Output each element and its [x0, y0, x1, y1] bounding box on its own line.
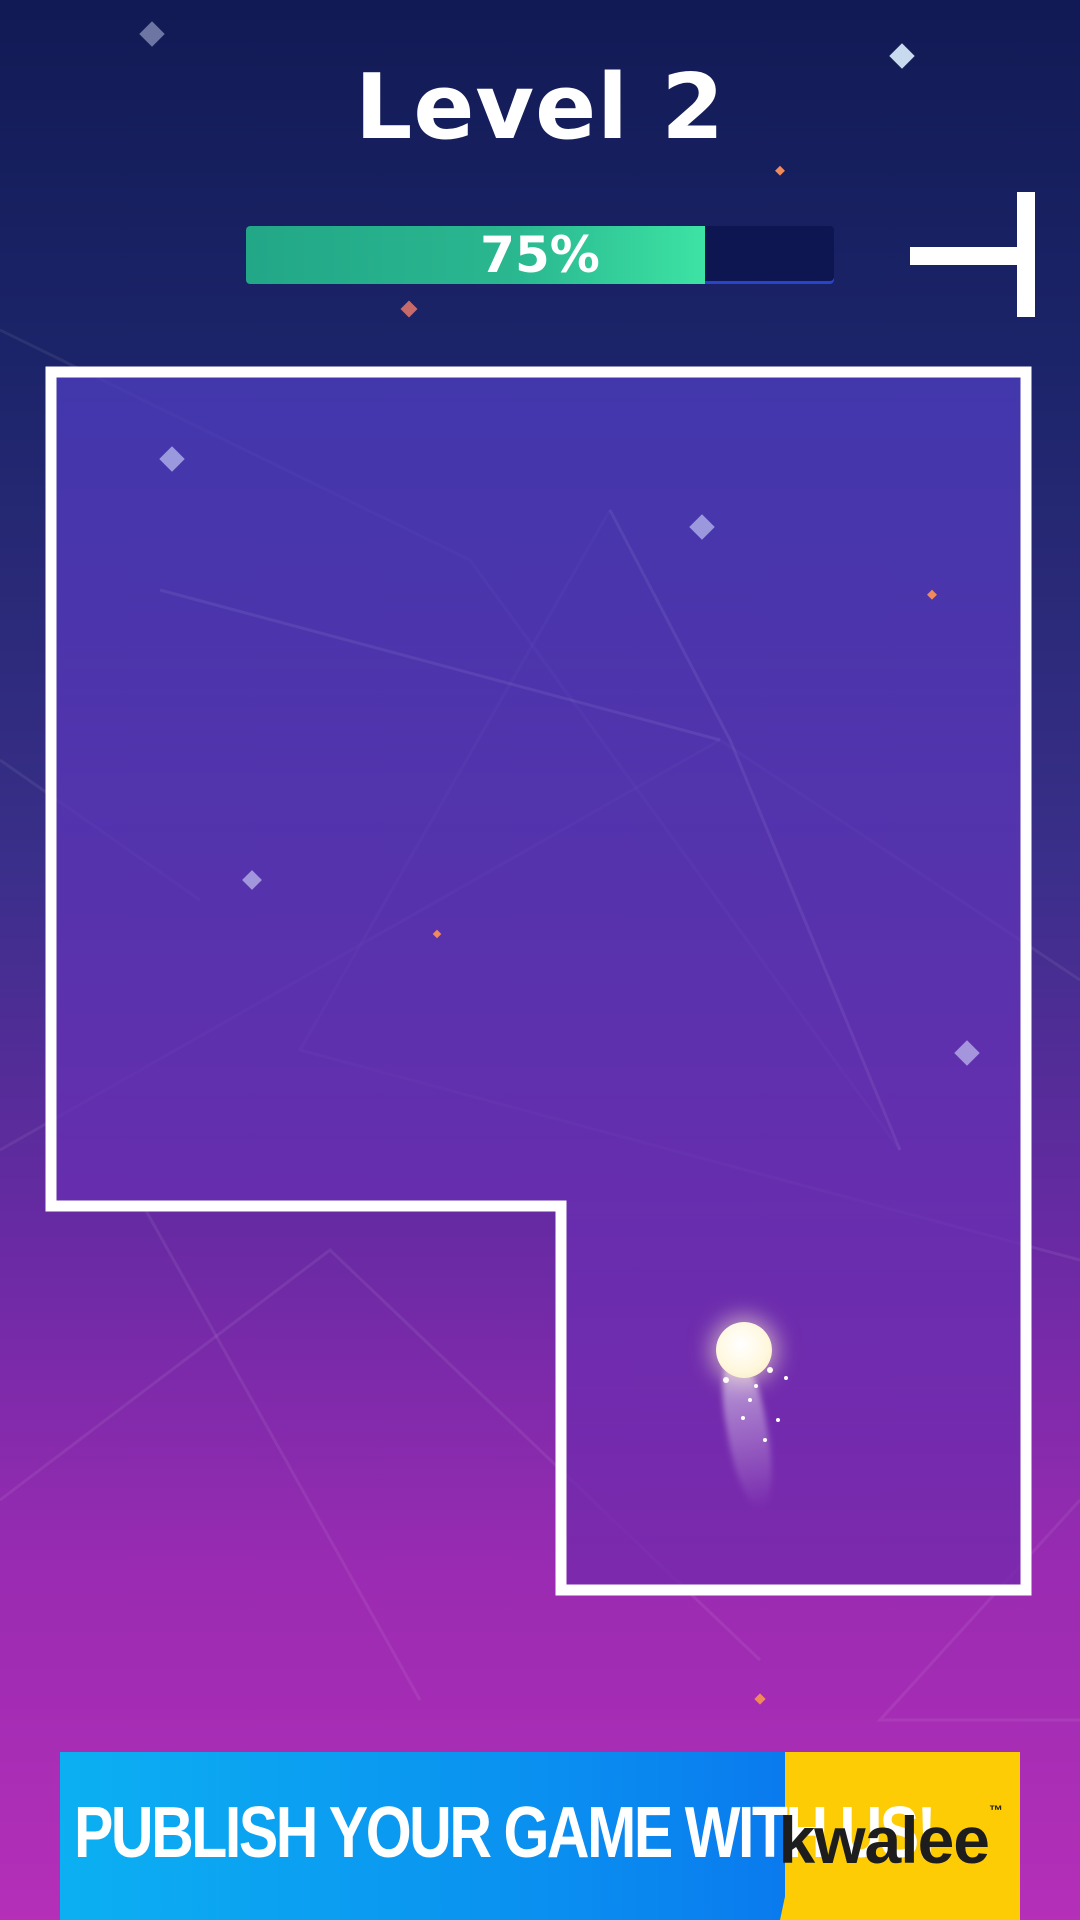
pause-icon-bar-vertical [1017, 192, 1035, 317]
ad-brand-logo: kwalee™ [778, 1802, 1004, 1877]
ad-brand-name: kwalee [778, 1803, 990, 1877]
level-title: Level 2 [355, 55, 725, 160]
ball-trail [715, 1357, 781, 1513]
ad-headline: PUBLISH YOUR GAME WITH US! [74, 1793, 936, 1873]
pause-icon[interactable] [905, 192, 1035, 322]
progress-bar: 75% [246, 226, 834, 284]
field-area [45, 366, 1032, 1596]
progress-label: 75% [480, 226, 600, 284]
player-ball [716, 1322, 772, 1378]
ad-banner[interactable]: PUBLISH YOUR GAME WITH US! kwalee™ [60, 1752, 1020, 1920]
pause-icon-bar-horizontal [910, 247, 1025, 265]
